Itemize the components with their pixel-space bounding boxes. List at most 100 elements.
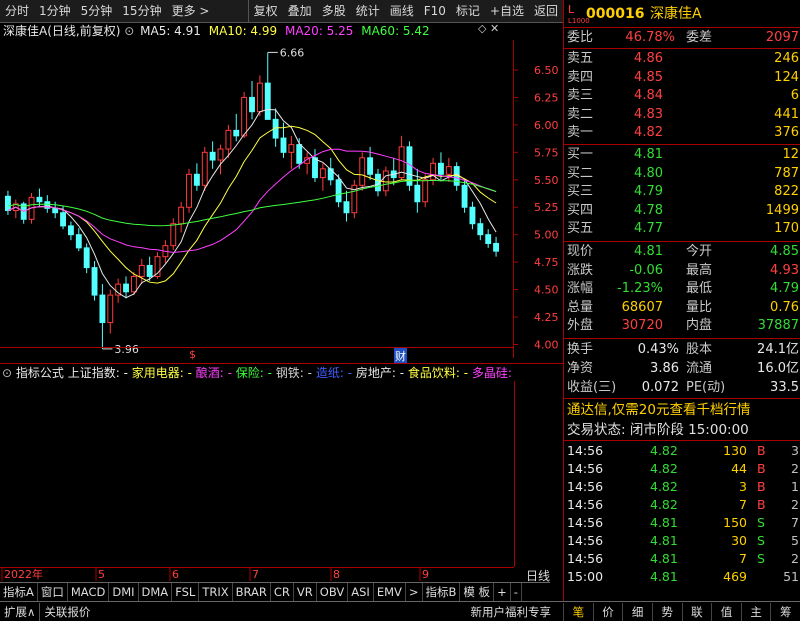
indicator-tab-13[interactable]: > <box>406 583 423 602</box>
bid-row-1[interactable]: 买一 4.81 12 <box>564 146 800 164</box>
toolbar-item-fenshi[interactable]: 分时 <box>0 0 34 22</box>
quote-tab-5[interactable]: 值 <box>711 602 741 621</box>
toolbar-item-huaxian[interactable]: 画线 <box>385 0 419 22</box>
candle-body[interactable] <box>67 225 74 236</box>
toolbar-item-5min[interactable]: 5分钟 <box>76 0 118 22</box>
candle-body[interactable] <box>52 207 59 214</box>
candle-body[interactable] <box>445 166 452 175</box>
toolbar-item-more[interactable]: 更多 > <box>167 0 215 22</box>
indicator-tab-2[interactable]: MACD <box>68 583 110 602</box>
indicator-tab-14[interactable]: 指标B <box>423 583 461 602</box>
tick-row[interactable]: 14:56 4.81 30 S 5 <box>564 532 800 550</box>
indicator-tab-0[interactable]: 指标A <box>0 583 38 602</box>
candle-body[interactable] <box>107 294 114 324</box>
promo-link[interactable]: 新用户福利专享 <box>467 603 556 621</box>
indicator-tab-3[interactable]: DMI <box>109 583 139 602</box>
settings-icon[interactable]: ⊙ <box>124 24 134 38</box>
candle-body[interactable] <box>359 157 366 186</box>
promo-text[interactable]: 通达信,仅需20元查看千档行情 <box>567 401 750 419</box>
candle-body[interactable] <box>319 168 326 179</box>
toolbar-item-15min[interactable]: 15分钟 <box>117 0 166 22</box>
candle-body[interactable] <box>296 144 303 164</box>
quote-tab-3[interactable]: 势 <box>651 602 682 621</box>
ask-row-3[interactable]: 卖三 4.84 6 <box>564 87 800 105</box>
quote-tab-1[interactable]: 价 <box>592 602 623 621</box>
candle-body[interactable] <box>99 294 106 324</box>
indicator-settings-icon[interactable]: ⊙ <box>2 366 12 380</box>
tick-row[interactable]: 14:56 4.82 44 B 2 <box>564 460 800 478</box>
candle-body[interactable] <box>225 129 232 150</box>
toolbar-item-1min[interactable]: 1分钟 <box>34 0 76 22</box>
candle-body[interactable] <box>233 129 240 137</box>
stock-name[interactable]: 深康佳A <box>3 24 47 38</box>
toolbar-item-biaoji[interactable]: 标记 <box>451 0 485 22</box>
related-quotes-button[interactable]: 关联报价 <box>39 602 94 621</box>
candle-body[interactable] <box>91 267 98 296</box>
indicator-tab-9[interactable]: VR <box>294 583 317 602</box>
candle-body[interactable] <box>178 206 185 225</box>
toolbar-item-duogu[interactable]: 多股 <box>317 0 351 22</box>
candle-body[interactable] <box>130 275 137 293</box>
indicator-tab-8[interactable]: CR <box>271 583 294 602</box>
candle-body[interactable] <box>201 151 208 186</box>
toolbar-item-f10[interactable]: F10 <box>419 0 451 22</box>
candle-body[interactable] <box>241 96 248 137</box>
indicator-tab-5[interactable]: FSL <box>172 583 200 602</box>
toolbar-item-back[interactable]: 返回 <box>529 0 563 22</box>
indicator-tab-17[interactable]: - <box>511 583 522 602</box>
dividend-marker[interactable]: $ <box>189 348 196 361</box>
toolbar-item-tongji[interactable]: 统计 <box>351 0 385 22</box>
candle-body[interactable] <box>335 179 342 203</box>
candle-body[interactable] <box>83 247 90 269</box>
candle-body[interactable] <box>209 151 216 161</box>
quote-tab-0[interactable]: 笔 <box>563 602 593 621</box>
ask-row-5[interactable]: 卖五 4.86 246 <box>564 50 800 68</box>
candle-body[interactable] <box>461 184 468 208</box>
candle-body[interactable] <box>367 157 374 175</box>
indicator-tab-1[interactable]: 窗口 <box>38 583 68 602</box>
expand-button[interactable]: 扩展∧ <box>0 603 39 621</box>
candle-body[interactable] <box>4 195 11 212</box>
candle-body[interactable] <box>280 137 287 153</box>
candle-body[interactable] <box>217 148 224 161</box>
toolbar-item-fuquan[interactable]: 复权 <box>247 0 283 22</box>
quote-tab-6[interactable]: 主 <box>740 602 771 621</box>
candle-body[interactable] <box>430 162 437 181</box>
candle-body[interactable] <box>123 283 129 293</box>
candle-body[interactable] <box>288 144 295 153</box>
bid-row-2[interactable]: 买二 4.80 787 <box>564 165 800 183</box>
tick-row[interactable]: 15:00 4.81 469 51 <box>564 568 800 586</box>
bid-row-5[interactable]: 买五 4.77 170 <box>564 220 800 238</box>
candle-body[interactable] <box>170 223 177 247</box>
candle-body[interactable] <box>36 196 43 203</box>
candle-body[interactable] <box>186 173 192 208</box>
candle-body[interactable] <box>146 264 153 277</box>
tick-row[interactable]: 14:56 4.82 3 B 1 <box>564 478 800 496</box>
indicator-tab-7[interactable]: BRAR <box>233 583 271 602</box>
candle-body[interactable] <box>75 234 82 249</box>
ask-row-4[interactable]: 卖四 4.85 124 <box>564 69 800 87</box>
candle-body[interactable] <box>414 184 421 203</box>
promo-row[interactable]: 通达信,仅需20元查看千档行情 <box>564 401 800 419</box>
candle-body[interactable] <box>60 212 66 227</box>
diamond-icon[interactable]: ◇ <box>478 22 486 35</box>
candle-body[interactable] <box>382 170 389 192</box>
indicator-label[interactable]: 指标公式 <box>16 366 64 380</box>
candle-body[interactable] <box>249 96 255 113</box>
candle-body[interactable] <box>485 234 492 244</box>
candle-body[interactable] <box>493 242 500 252</box>
candle-body[interactable] <box>438 162 444 175</box>
quote-tab-4[interactable]: 联 <box>681 602 712 621</box>
tick-row[interactable]: 14:56 4.81 150 S 7 <box>564 514 800 532</box>
candle-body[interactable] <box>264 82 271 120</box>
tick-row[interactable]: 14:56 4.81 7 S 2 <box>564 550 800 568</box>
candle-body[interactable] <box>138 264 145 277</box>
bid-row-3[interactable]: 买三 4.79 822 <box>564 183 800 201</box>
candle-body[interactable] <box>327 168 334 181</box>
quote-tab-7[interactable]: 筹 <box>770 602 800 621</box>
tick-row[interactable]: 14:56 4.82 130 B 3 <box>564 442 800 460</box>
financial-marker[interactable]: 财 <box>394 348 407 364</box>
indicator-tab-16[interactable]: + <box>494 583 511 602</box>
quote-tab-2[interactable]: 细 <box>622 602 652 621</box>
indicator-tab-11[interactable]: ASI <box>348 583 374 602</box>
